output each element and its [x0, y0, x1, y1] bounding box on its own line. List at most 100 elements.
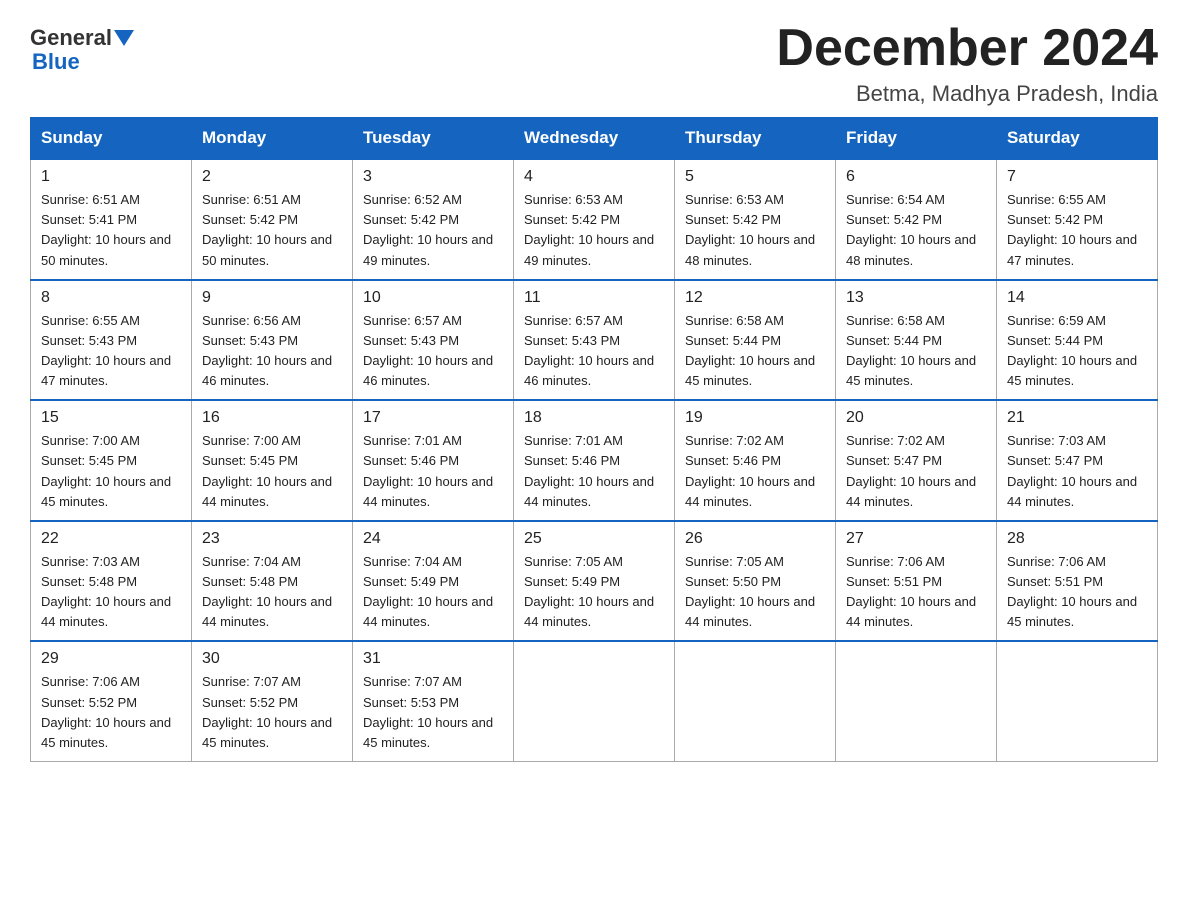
day-info: Sunrise: 6:59 AMSunset: 5:44 PMDaylight:…: [1007, 311, 1147, 392]
day-number: 14: [1007, 289, 1147, 307]
calendar-week-row: 8 Sunrise: 6:55 AMSunset: 5:43 PMDaylight…: [31, 280, 1158, 401]
day-number: 23: [202, 530, 342, 548]
day-info: Sunrise: 7:01 AMSunset: 5:46 PMDaylight:…: [524, 431, 664, 512]
calendar-week-row: 15 Sunrise: 7:00 AMSunset: 5:45 PMDayligh…: [31, 400, 1158, 521]
logo: General Blue: [30, 20, 136, 75]
day-number: 3: [363, 168, 503, 186]
calendar-cell: 15Sunrise: 7:00 AMSunset: 5:45 PMDayligh…: [31, 400, 192, 521]
calendar-cell: 23Sunrise: 7:04 AMSunset: 5:48 PMDayligh…: [192, 521, 353, 642]
day-number: 31: [363, 650, 503, 668]
day-info: Sunrise: 7:01 AMSunset: 5:46 PMDaylight:…: [363, 431, 503, 512]
calendar-cell: 29 Sunrise: 7:06 AMSunset: 5:52 PMDayligh…: [31, 641, 192, 761]
calendar-cell: [675, 641, 836, 761]
calendar-cell: 1Sunrise: 6:51 AMSunset: 5:41 PMDaylight…: [31, 159, 192, 280]
calendar-cell: 11 Sunrise: 6:57 AMSunset: 5:43 PMDayligh…: [514, 280, 675, 401]
calendar-cell: 9 Sunrise: 6:56 AMSunset: 5:43 PMDaylight…: [192, 280, 353, 401]
day-number: 17: [363, 409, 503, 427]
day-number: 8: [41, 289, 181, 307]
calendar-cell: 20Sunrise: 7:02 AMSunset: 5:47 PMDayligh…: [836, 400, 997, 521]
day-info: Sunrise: 7:00 AMSunset: 5:45 PMDaylight:…: [202, 431, 342, 512]
day-number: 26: [685, 530, 825, 548]
day-number: 18: [524, 409, 664, 427]
day-info: Sunrise: 6:57 AMSunset: 5:43 PMDaylight:…: [363, 311, 503, 392]
calendar-cell: 17 Sunrise: 7:01 AMSunset: 5:46 PMDayligh…: [353, 400, 514, 521]
day-info: Sunrise: 6:51 AMSunset: 5:42 PMDaylight:…: [202, 190, 342, 271]
calendar-week-row: 1Sunrise: 6:51 AMSunset: 5:41 PMDaylight…: [31, 159, 1158, 280]
day-number: 24: [363, 530, 503, 548]
weekday-header-friday: Friday: [836, 118, 997, 160]
calendar-cell: 19 Sunrise: 7:02 AMSunset: 5:46 PMDayligh…: [675, 400, 836, 521]
day-number: 6: [846, 168, 986, 186]
day-number: 7: [1007, 168, 1147, 186]
month-title: December 2024: [776, 20, 1158, 77]
page-header: General Blue December 2024 Betma, Madhya…: [30, 20, 1158, 107]
calendar-cell: 14 Sunrise: 6:59 AMSunset: 5:44 PMDayligh…: [997, 280, 1158, 401]
calendar-cell: 30Sunrise: 7:07 AMSunset: 5:52 PMDayligh…: [192, 641, 353, 761]
day-info: Sunrise: 7:06 AMSunset: 5:52 PMDaylight:…: [41, 672, 181, 753]
day-info: Sunrise: 7:04 AMSunset: 5:49 PMDaylight:…: [363, 552, 503, 633]
weekday-header-wednesday: Wednesday: [514, 118, 675, 160]
calendar-cell: [514, 641, 675, 761]
calendar-cell: 6Sunrise: 6:54 AMSunset: 5:42 PMDaylight…: [836, 159, 997, 280]
calendar-cell: 24 Sunrise: 7:04 AMSunset: 5:49 PMDayligh…: [353, 521, 514, 642]
day-info: Sunrise: 6:56 AMSunset: 5:43 PMDaylight:…: [202, 311, 342, 392]
day-number: 11: [524, 289, 664, 307]
day-number: 15: [41, 409, 181, 427]
day-info: Sunrise: 6:57 AMSunset: 5:43 PMDaylight:…: [524, 311, 664, 392]
day-number: 21: [1007, 409, 1147, 427]
day-info: Sunrise: 7:07 AMSunset: 5:52 PMDaylight:…: [202, 672, 342, 753]
day-number: 22: [41, 530, 181, 548]
day-info: Sunrise: 7:06 AMSunset: 5:51 PMDaylight:…: [1007, 552, 1147, 633]
title-block: December 2024 Betma, Madhya Pradesh, Ind…: [776, 20, 1158, 107]
calendar-week-row: 29 Sunrise: 7:06 AMSunset: 5:52 PMDayligh…: [31, 641, 1158, 761]
day-info: Sunrise: 7:06 AMSunset: 5:51 PMDaylight:…: [846, 552, 986, 633]
day-number: 29: [41, 650, 181, 668]
day-info: Sunrise: 6:58 AMSunset: 5:44 PMDaylight:…: [846, 311, 986, 392]
day-number: 13: [846, 289, 986, 307]
weekday-header-thursday: Thursday: [675, 118, 836, 160]
day-number: 9: [202, 289, 342, 307]
day-info: Sunrise: 6:55 AMSunset: 5:43 PMDaylight:…: [41, 311, 181, 392]
day-number: 27: [846, 530, 986, 548]
day-info: Sunrise: 7:02 AMSunset: 5:46 PMDaylight:…: [685, 431, 825, 512]
day-number: 25: [524, 530, 664, 548]
day-info: Sunrise: 7:03 AMSunset: 5:48 PMDaylight:…: [41, 552, 181, 633]
calendar-cell: 21 Sunrise: 7:03 AMSunset: 5:47 PMDayligh…: [997, 400, 1158, 521]
calendar-cell: 8 Sunrise: 6:55 AMSunset: 5:43 PMDaylight…: [31, 280, 192, 401]
day-info: Sunrise: 6:52 AMSunset: 5:42 PMDaylight:…: [363, 190, 503, 271]
day-number: 10: [363, 289, 503, 307]
calendar-week-row: 22 Sunrise: 7:03 AMSunset: 5:48 PMDayligh…: [31, 521, 1158, 642]
day-number: 20: [846, 409, 986, 427]
calendar-table: SundayMondayTuesdayWednesdayThursdayFrid…: [30, 117, 1158, 762]
day-info: Sunrise: 6:51 AMSunset: 5:41 PMDaylight:…: [41, 190, 181, 271]
location-subtitle: Betma, Madhya Pradesh, India: [776, 81, 1158, 107]
day-info: Sunrise: 6:55 AMSunset: 5:42 PMDaylight:…: [1007, 190, 1147, 271]
day-info: Sunrise: 7:07 AMSunset: 5:53 PMDaylight:…: [363, 672, 503, 753]
calendar-cell: 3 Sunrise: 6:52 AMSunset: 5:42 PMDaylight…: [353, 159, 514, 280]
weekday-header-sunday: Sunday: [31, 118, 192, 160]
day-info: Sunrise: 7:03 AMSunset: 5:47 PMDaylight:…: [1007, 431, 1147, 512]
day-number: 19: [685, 409, 825, 427]
calendar-cell: 13 Sunrise: 6:58 AMSunset: 5:44 PMDayligh…: [836, 280, 997, 401]
calendar-cell: [836, 641, 997, 761]
logo-triangle-icon: [114, 30, 134, 46]
calendar-cell: 5Sunrise: 6:53 AMSunset: 5:42 PMDaylight…: [675, 159, 836, 280]
day-number: 28: [1007, 530, 1147, 548]
calendar-cell: 16 Sunrise: 7:00 AMSunset: 5:45 PMDayligh…: [192, 400, 353, 521]
weekday-header-saturday: Saturday: [997, 118, 1158, 160]
calendar-cell: 4Sunrise: 6:53 AMSunset: 5:42 PMDaylight…: [514, 159, 675, 280]
calendar-cell: 12Sunrise: 6:58 AMSunset: 5:44 PMDayligh…: [675, 280, 836, 401]
day-info: Sunrise: 7:05 AMSunset: 5:49 PMDaylight:…: [524, 552, 664, 633]
day-info: Sunrise: 7:05 AMSunset: 5:50 PMDaylight:…: [685, 552, 825, 633]
day-number: 12: [685, 289, 825, 307]
weekday-header-tuesday: Tuesday: [353, 118, 514, 160]
weekday-header-row: SundayMondayTuesdayWednesdayThursdayFrid…: [31, 118, 1158, 160]
calendar-cell: 22 Sunrise: 7:03 AMSunset: 5:48 PMDayligh…: [31, 521, 192, 642]
weekday-header-monday: Monday: [192, 118, 353, 160]
calendar-cell: 28 Sunrise: 7:06 AMSunset: 5:51 PMDayligh…: [997, 521, 1158, 642]
calendar-cell: 2Sunrise: 6:51 AMSunset: 5:42 PMDaylight…: [192, 159, 353, 280]
calendar-cell: 26 Sunrise: 7:05 AMSunset: 5:50 PMDayligh…: [675, 521, 836, 642]
calendar-cell: 7 Sunrise: 6:55 AMSunset: 5:42 PMDaylight…: [997, 159, 1158, 280]
day-number: 16: [202, 409, 342, 427]
calendar-cell: [997, 641, 1158, 761]
